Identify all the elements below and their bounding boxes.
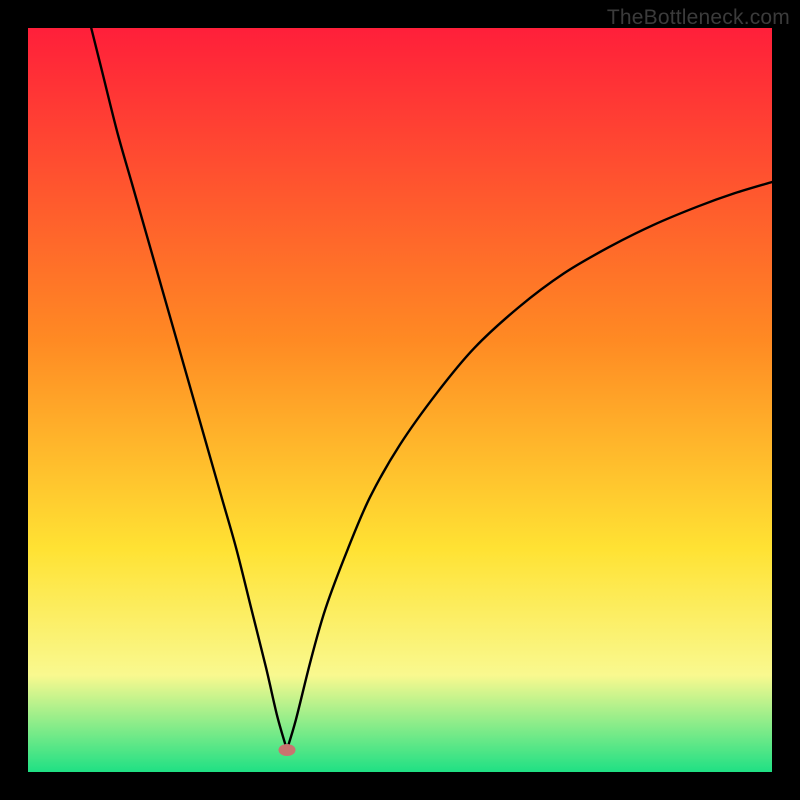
- bottleneck-chart: [28, 28, 772, 772]
- watermark-text: TheBottleneck.com: [607, 6, 790, 30]
- optimum-marker: [278, 744, 295, 756]
- chart-frame: [28, 28, 772, 772]
- gradient-background: [28, 28, 772, 772]
